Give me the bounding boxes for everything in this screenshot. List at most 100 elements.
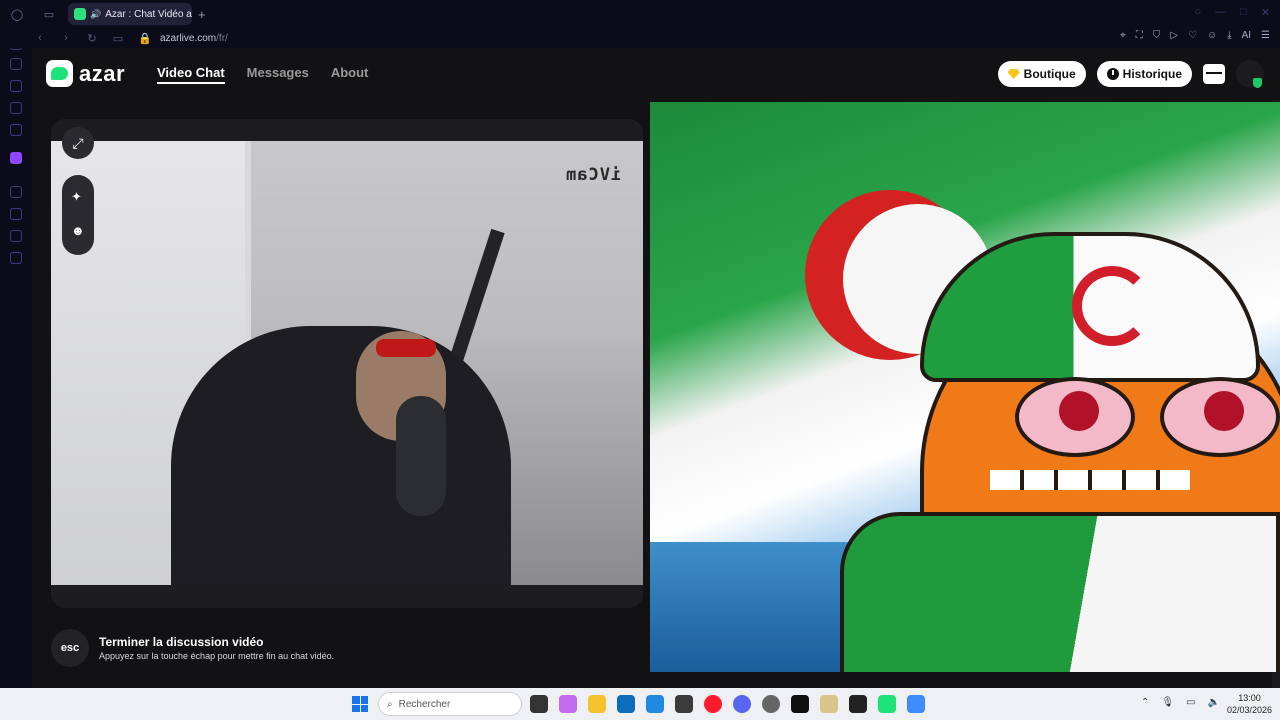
lock-icon: 🔒 xyxy=(138,32,152,45)
app-icon[interactable] xyxy=(849,695,867,713)
camera-icon[interactable]: ▭ xyxy=(112,32,124,45)
new-tab-button[interactable]: + xyxy=(198,7,206,22)
user-body xyxy=(171,326,511,585)
app-blue-icon[interactable] xyxy=(907,695,925,713)
store-icon[interactable] xyxy=(617,695,635,713)
camera-watermark: iVCam xyxy=(564,165,621,185)
close-icon[interactable]: ✕ xyxy=(1261,6,1270,19)
opera-icon[interactable] xyxy=(704,695,722,713)
profile-avatar[interactable] xyxy=(1236,60,1264,88)
play-icon[interactable]: ▷ xyxy=(1170,30,1178,41)
back-icon[interactable]: ‹ xyxy=(34,32,46,45)
system-tray: ⌃ 🎙 ▭ 🔈 xyxy=(1141,697,1220,708)
sidebar-whatsapp-icon[interactable] xyxy=(10,80,22,92)
azar-logo-icon xyxy=(46,60,73,87)
heart-icon[interactable]: ♡ xyxy=(1188,30,1197,41)
effects-group: ✦ ☻ xyxy=(62,175,94,255)
tab-title: Azar : Chat Vidéo avec xyxy=(105,8,192,20)
account-icon[interactable]: ☺ xyxy=(1207,30,1217,41)
remote-video-feed xyxy=(650,102,1280,672)
header-actions: Boutique Historique xyxy=(997,60,1264,88)
history-label: Historique xyxy=(1122,67,1182,81)
clock-time: 13:00 xyxy=(1238,693,1261,703)
clock-icon xyxy=(1106,68,1119,80)
azar-favicon-icon xyxy=(74,8,86,20)
search-tabs-icon[interactable]: ○ xyxy=(1194,6,1201,19)
tray-chevron-icon[interactable]: ⌃ xyxy=(1141,697,1149,708)
azar-logo[interactable]: azar xyxy=(46,60,125,87)
copilot-icon[interactable] xyxy=(559,695,577,713)
nav-video-chat[interactable]: Video Chat xyxy=(157,65,225,84)
ai-button[interactable]: AI xyxy=(1242,30,1251,41)
gem-icon xyxy=(1007,69,1020,79)
shop-button[interactable]: Boutique xyxy=(997,61,1086,87)
main-nav: Video Chat Messages About xyxy=(157,65,368,84)
sidebar-extensions-icon[interactable] xyxy=(10,230,22,242)
pin-icon[interactable]: ⌖ xyxy=(1120,30,1126,41)
notion-icon[interactable] xyxy=(820,695,838,713)
magic-wand-icon[interactable]: ✦ xyxy=(71,189,82,205)
mic-tray-icon[interactable]: 🎙 xyxy=(1161,697,1174,708)
history-button[interactable]: Historique xyxy=(1096,61,1192,87)
minimize-icon[interactable]: — xyxy=(1215,6,1226,19)
microphone xyxy=(396,396,446,516)
tab-azar[interactable]: 🔊 Azar : Chat Vidéo avec xyxy=(68,3,192,25)
menu-icon[interactable]: ☰ xyxy=(1261,30,1270,41)
address-tools: ⌖ ⛶ ⛉ ▷ ♡ ☺ ⤓ AI ☰ xyxy=(1120,30,1270,41)
shield-icon[interactable]: ⛉ xyxy=(1153,30,1161,41)
sidebar-bookmark-icon[interactable] xyxy=(10,102,22,114)
tab-strip: ◯ ▭ 🔊 Azar : Chat Vidéo avec + ○ — □ ✕ xyxy=(0,0,1280,28)
taskbar: ⌕ Rechercher ⌃ 🎙 ▭ 🔈 13:00 02/03/2026 xyxy=(0,688,1280,720)
sidebar-settings-icon[interactable] xyxy=(10,252,22,264)
file-explorer-icon[interactable] xyxy=(588,695,606,713)
nav-messages[interactable]: Messages xyxy=(247,65,309,84)
start-icon[interactable] xyxy=(352,696,368,712)
task-view-icon[interactable] xyxy=(530,695,548,713)
taskbar-apps xyxy=(530,695,925,713)
end-chat-title: Terminer la discussion vidéo xyxy=(99,635,264,649)
logo-text: azar xyxy=(79,60,126,86)
inventory-box-icon[interactable] xyxy=(1203,64,1225,84)
browser-sidebar xyxy=(0,0,32,688)
download-icon[interactable]: ⤓ xyxy=(1227,30,1231,41)
nav-about[interactable]: About xyxy=(331,65,369,84)
esc-key-badge[interactable]: esc xyxy=(51,629,89,667)
character-teeth xyxy=(990,470,1190,490)
discord-icon[interactable] xyxy=(733,695,751,713)
sidebar-twitch-icon[interactable] xyxy=(10,152,22,164)
reload-icon[interactable]: ↻ xyxy=(86,32,98,45)
network-icon[interactable]: ▭ xyxy=(1186,697,1195,708)
sidebar-history-icon[interactable] xyxy=(10,208,22,220)
url-field[interactable]: azarlive.com/fr/ xyxy=(160,33,228,44)
user-headband xyxy=(376,339,436,357)
local-camera-feed: iVCam xyxy=(51,141,643,585)
capcut-icon[interactable] xyxy=(791,695,809,713)
opera-menu-icon[interactable]: ◯ xyxy=(8,5,26,23)
site-header: azar Video Chat Messages About Boutique … xyxy=(32,48,1280,100)
maximize-icon[interactable]: □ xyxy=(1240,6,1247,19)
sidebar-player-icon[interactable] xyxy=(10,186,22,198)
search-placeholder: Rechercher xyxy=(398,698,451,710)
search-icon: ⌕ xyxy=(387,698,393,710)
shop-label: Boutique xyxy=(1023,67,1076,81)
volume-icon[interactable]: 🔈 xyxy=(1208,697,1220,708)
obs-icon[interactable] xyxy=(762,695,780,713)
url-host: azarlive.com xyxy=(160,32,217,44)
address-bar: ‹ › ↻ ▭ 🔒 azarlive.com/fr/ ⌖ ⛶ ⛉ ▷ ♡ ☺ ⤓… xyxy=(0,28,1280,48)
taskbar-search[interactable]: ⌕ Rechercher xyxy=(378,692,522,716)
window-controls: ○ — □ ✕ xyxy=(1194,6,1270,19)
end-chat-hint: Appuyez sur la touche échap pour mettre … xyxy=(99,651,335,661)
sidebar-app-icon[interactable] xyxy=(10,124,22,136)
expand-icon[interactable]: ⤢ xyxy=(62,127,94,159)
speaker-icon[interactable]: 🔊 xyxy=(90,9,101,20)
tab-menu-icon[interactable]: ▭ xyxy=(40,5,58,23)
face-filter-icon[interactable]: ☻ xyxy=(71,223,85,238)
sidebar-messenger-icon[interactable] xyxy=(10,58,22,70)
forward-icon[interactable]: › xyxy=(60,32,72,45)
azar-app-icon[interactable] xyxy=(878,695,896,713)
character-right-eye xyxy=(1160,377,1280,457)
snapshot-icon[interactable]: ⛶ xyxy=(1136,30,1143,41)
app-cube-icon[interactable] xyxy=(675,695,693,713)
taskbar-clock[interactable]: 13:00 02/03/2026 xyxy=(1227,692,1272,716)
outlook-icon[interactable] xyxy=(646,695,664,713)
